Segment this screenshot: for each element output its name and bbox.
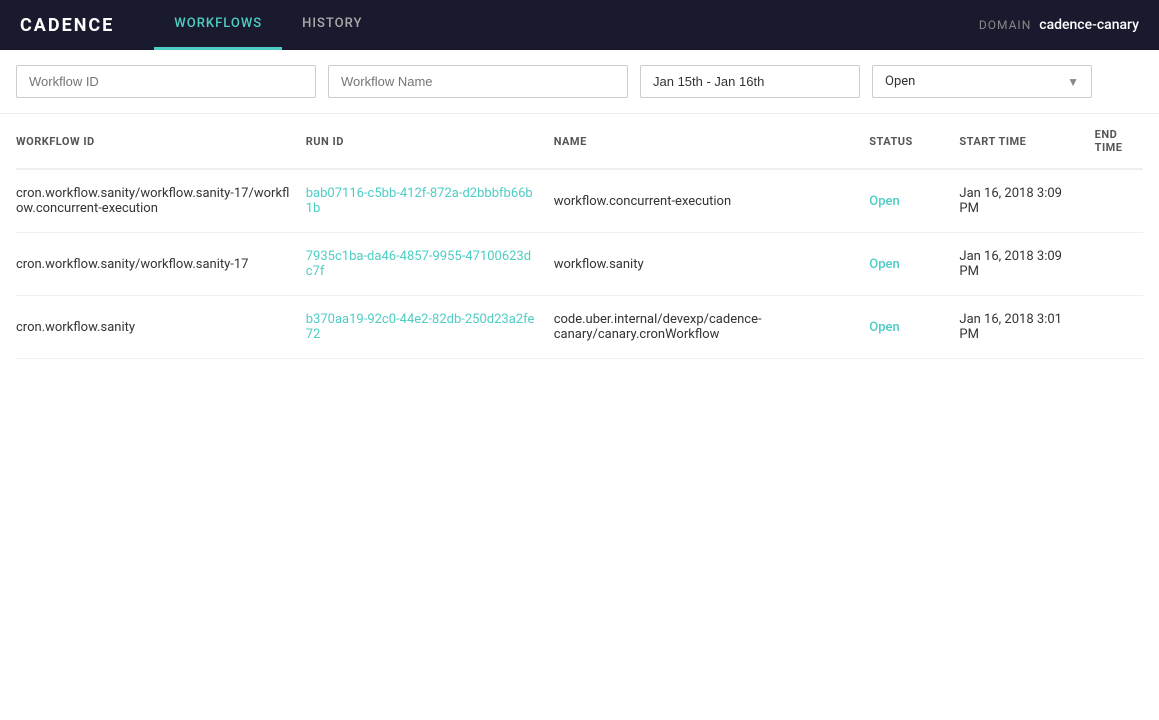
cell-name: workflow.concurrent-execution: [546, 169, 862, 233]
col-header-status: STATUS: [861, 114, 951, 169]
col-header-workflow-id: WORKFLOW ID: [16, 114, 298, 169]
run-id-link[interactable]: b370aa19-92c0-44e2-82db-250d23a2fe72: [306, 312, 535, 342]
cell-run-id[interactable]: 7935c1ba-da46-4857-9955-47100623dc7f: [298, 233, 546, 296]
nav-history[interactable]: HISTORY: [282, 0, 382, 50]
cell-start-time: Jan 16, 2018 3:09 PM: [951, 169, 1086, 233]
col-header-run-id: RUN ID: [298, 114, 546, 169]
status-badge: Open: [869, 320, 899, 335]
navbar: CADENCE WORKFLOWS HISTORY DOMAIN cadence…: [0, 0, 1159, 50]
table-body: cron.workflow.sanity/workflow.sanity-17/…: [16, 169, 1143, 359]
date-range-input[interactable]: [640, 65, 860, 98]
domain-value: cadence-canary: [1039, 17, 1139, 33]
cell-start-time: Jan 16, 2018 3:01 PM: [951, 296, 1086, 359]
col-header-name: NAME: [546, 114, 862, 169]
cell-end-time: [1087, 233, 1143, 296]
table-header: WORKFLOW ID RUN ID NAME STATUS START TIM…: [16, 114, 1143, 169]
workflows-table-container: WORKFLOW ID RUN ID NAME STATUS START TIM…: [0, 114, 1159, 359]
table-header-row: WORKFLOW ID RUN ID NAME STATUS START TIM…: [16, 114, 1143, 169]
domain-info: DOMAIN cadence-canary: [979, 17, 1139, 33]
status-dropdown-value: Open: [885, 74, 915, 89]
cell-workflow-id: cron.workflow.sanity: [16, 296, 298, 359]
col-header-end-time: END TIME: [1087, 114, 1143, 169]
status-badge: Open: [869, 257, 899, 272]
table-row: cron.workflow.sanity b370aa19-92c0-44e2-…: [16, 296, 1143, 359]
table-row: cron.workflow.sanity/workflow.sanity-17 …: [16, 233, 1143, 296]
chevron-down-icon: ▼: [1067, 75, 1079, 89]
nav-workflows[interactable]: WORKFLOWS: [154, 0, 282, 50]
workflow-id-input[interactable]: [16, 65, 316, 98]
run-id-link[interactable]: 7935c1ba-da46-4857-9955-47100623dc7f: [306, 249, 531, 279]
cell-run-id[interactable]: bab07116-c5bb-412f-872a-d2bbbfb66b1b: [298, 169, 546, 233]
cell-run-id[interactable]: b370aa19-92c0-44e2-82db-250d23a2fe72: [298, 296, 546, 359]
status-badge: Open: [869, 194, 899, 209]
cell-name: code.uber.internal/devexp/cadence-canary…: [546, 296, 862, 359]
cell-status: Open: [861, 233, 951, 296]
col-header-start-time: START TIME: [951, 114, 1086, 169]
cell-end-time: [1087, 169, 1143, 233]
cell-end-time: [1087, 296, 1143, 359]
workflow-name-input[interactable]: [328, 65, 628, 98]
run-id-link[interactable]: bab07116-c5bb-412f-872a-d2bbbfb66b1b: [306, 186, 533, 216]
status-dropdown[interactable]: Open ▼: [872, 65, 1092, 98]
domain-label: DOMAIN: [979, 18, 1031, 32]
cell-workflow-id: cron.workflow.sanity/workflow.sanity-17: [16, 233, 298, 296]
cell-name: workflow.sanity: [546, 233, 862, 296]
workflows-table: WORKFLOW ID RUN ID NAME STATUS START TIM…: [16, 114, 1143, 359]
filter-bar: Open ▼: [0, 50, 1159, 114]
cell-status: Open: [861, 296, 951, 359]
table-row: cron.workflow.sanity/workflow.sanity-17/…: [16, 169, 1143, 233]
brand-logo: CADENCE: [20, 15, 114, 36]
cell-status: Open: [861, 169, 951, 233]
nav-links: WORKFLOWS HISTORY: [154, 0, 979, 50]
cell-start-time: Jan 16, 2018 3:09 PM: [951, 233, 1086, 296]
cell-workflow-id: cron.workflow.sanity/workflow.sanity-17/…: [16, 169, 298, 233]
